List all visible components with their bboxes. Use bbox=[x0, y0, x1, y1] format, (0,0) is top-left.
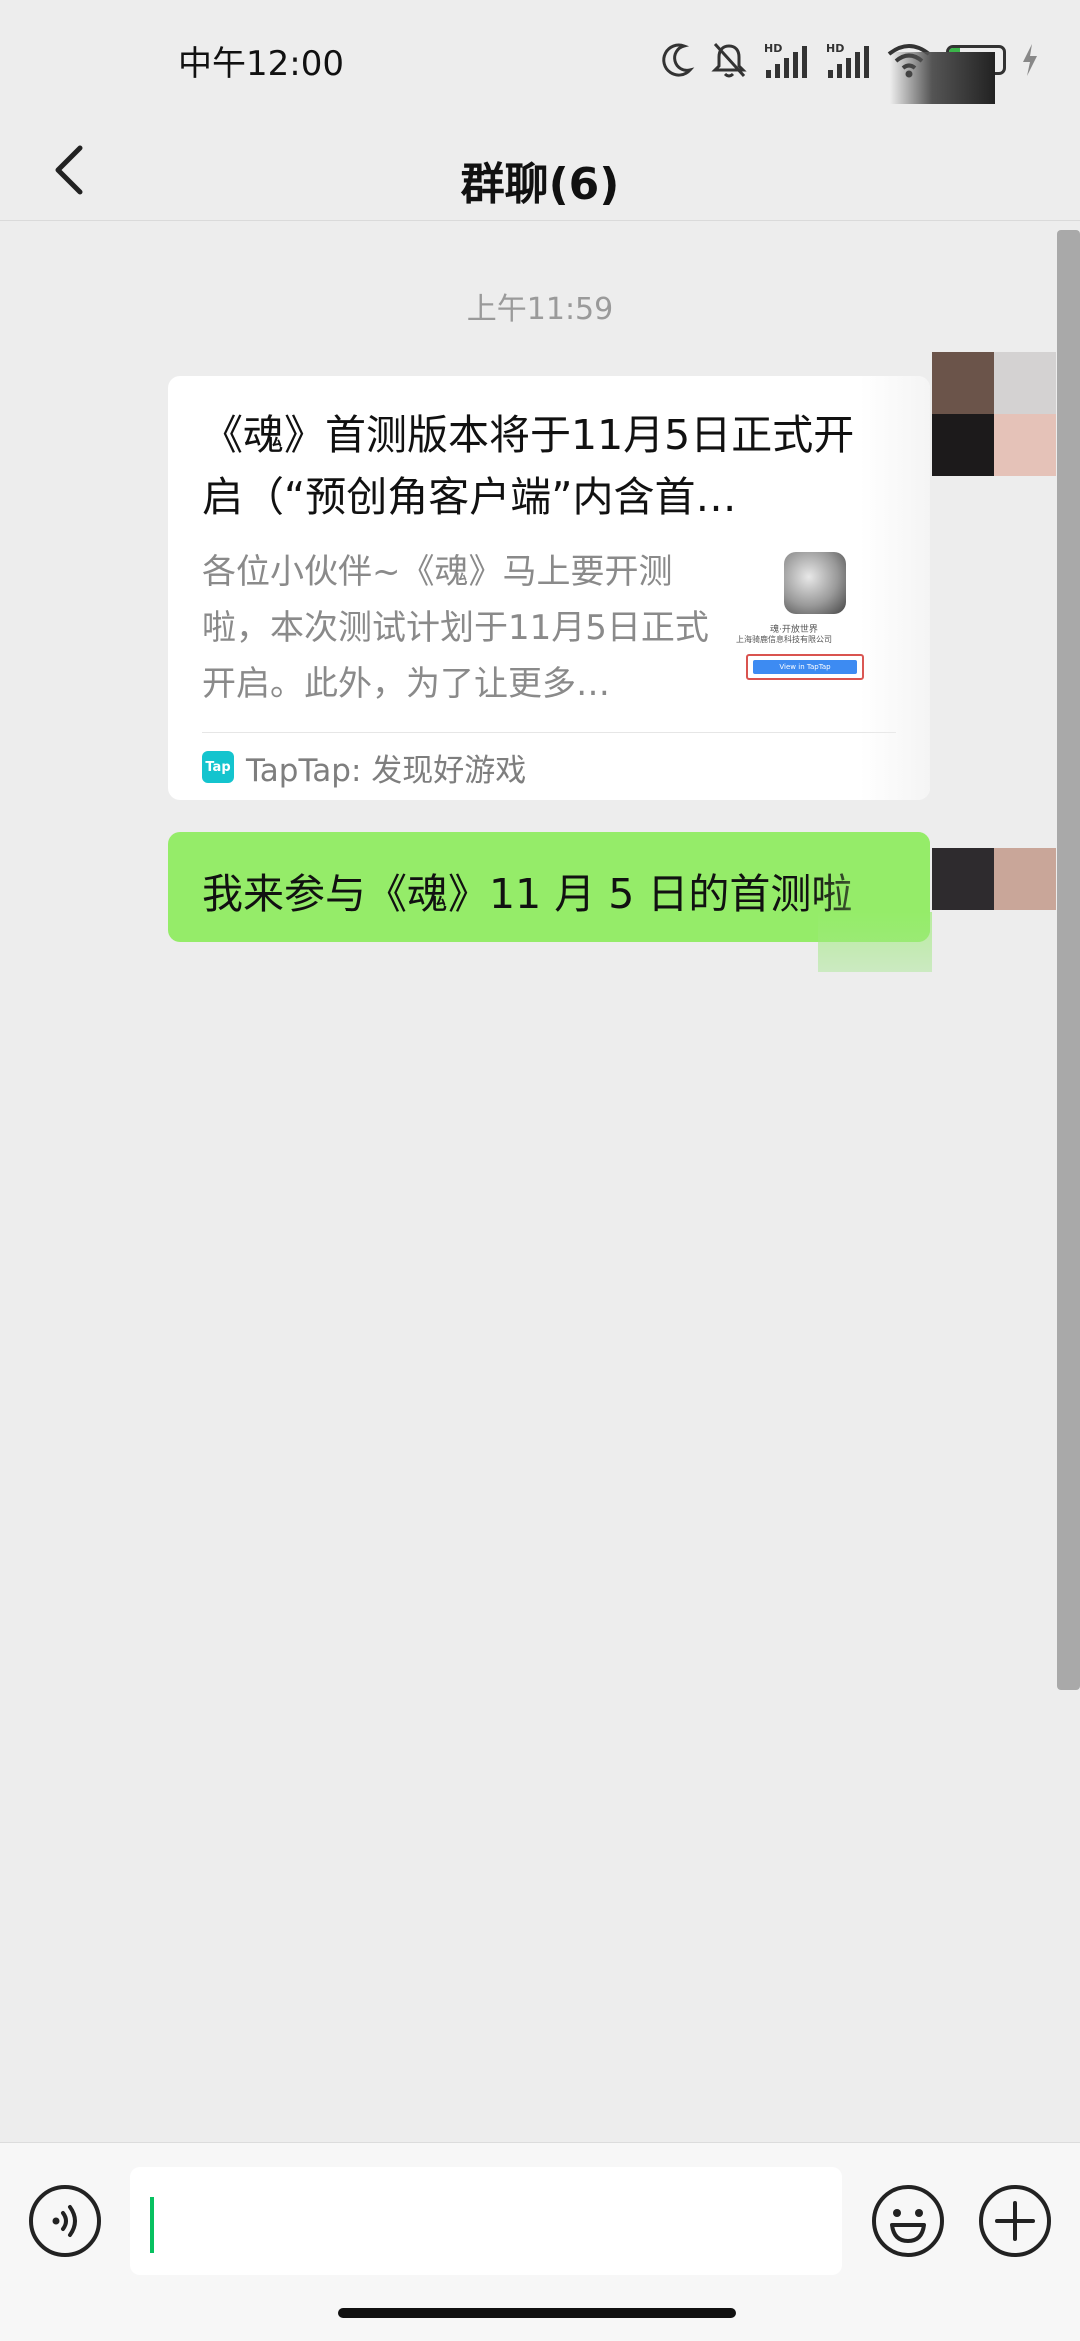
link-card-title: 《魂》首测版本将于11月5日正式开启（“预创角客户端”内含首… bbox=[202, 411, 855, 521]
page-title: 群聊(6) bbox=[460, 159, 620, 210]
plus-icon bbox=[979, 2185, 1051, 2257]
message-input[interactable] bbox=[130, 2167, 842, 2275]
link-card-thumbnail: 魂·开放世界 上海骑鹿信息科技有限公司 View in TapTap bbox=[734, 544, 874, 694]
message-timestamp: 上午11:59 bbox=[466, 292, 614, 327]
taptap-icon: Tap bbox=[202, 751, 234, 783]
charging-bolt-icon bbox=[1023, 44, 1037, 76]
game-logo-icon bbox=[784, 552, 846, 614]
message-blur bbox=[818, 912, 932, 972]
nav-bar: 群聊(6) bbox=[0, 120, 1080, 221]
link-card-source-label: TapTap: 发现好游戏 bbox=[246, 752, 527, 789]
thumbnail-button-label: View in TapTap bbox=[753, 660, 857, 674]
link-card[interactable]: 《魂》首测版本将于11月5日正式开启（“预创角客户端”内含首… 各位小伙伴~《魂… bbox=[168, 376, 930, 800]
sent-message-bubble[interactable]: 我来参与《魂》11 月 5 日的首测啦 bbox=[168, 832, 930, 942]
status-blur bbox=[890, 52, 995, 104]
avatar[interactable] bbox=[932, 352, 1056, 476]
thumbnail-button: View in TapTap bbox=[746, 654, 864, 680]
voice-icon bbox=[29, 2185, 101, 2257]
hd-label: HD bbox=[826, 42, 844, 55]
signal-hd-icon: HD bbox=[826, 42, 869, 78]
home-indicator[interactable] bbox=[338, 2308, 736, 2318]
thumbnail-company: 上海骑鹿信息科技有限公司 bbox=[736, 635, 832, 644]
bell-off-icon bbox=[711, 42, 747, 78]
link-card-description: 各位小伙伴~《魂》马上要开测啦，本次测试计划于11月5日正式开启。此外，为了让更… bbox=[202, 552, 709, 704]
emoji-button[interactable] bbox=[870, 2183, 946, 2259]
add-button[interactable] bbox=[977, 2183, 1053, 2259]
avatar[interactable] bbox=[932, 848, 1056, 972]
status-bar: 中午12:00 HD HD bbox=[0, 0, 1080, 120]
card-fade bbox=[860, 376, 930, 800]
text-caret bbox=[150, 2197, 154, 2253]
voice-button[interactable] bbox=[27, 2183, 103, 2259]
moon-icon bbox=[662, 43, 695, 77]
card-divider bbox=[202, 732, 896, 733]
link-card-source: Tap TapTap: 发现好游戏 bbox=[202, 742, 526, 792]
scrollbar[interactable] bbox=[1057, 230, 1080, 1690]
emoji-icon bbox=[872, 2185, 944, 2257]
sent-message-text: 我来参与《魂》11 月 5 日的首测啦 bbox=[202, 870, 853, 918]
status-time: 中午12:00 bbox=[178, 44, 344, 84]
hd-label: HD bbox=[764, 42, 782, 55]
signal-hd-icon: HD bbox=[764, 42, 807, 78]
